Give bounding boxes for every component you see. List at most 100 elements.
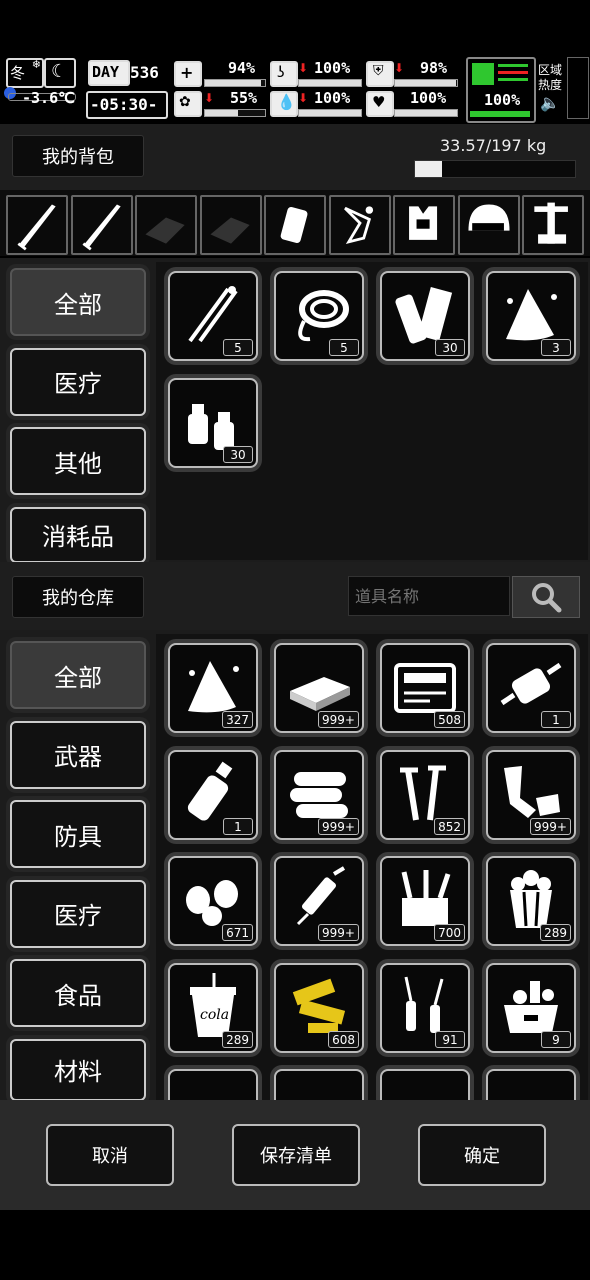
armor-bar: [394, 79, 458, 87]
inventory-item[interactable]: 671: [168, 856, 258, 946]
inventory-item[interactable]: 999+: [486, 749, 576, 840]
equipment-slot[interactable]: [522, 195, 584, 255]
backpack-title: 我的背包: [12, 135, 144, 177]
cancel-button[interactable]: 取消: [46, 1124, 174, 1186]
inventory-item-partial[interactable]: [274, 1069, 364, 1100]
snowflake-icon: ❄: [31, 58, 41, 71]
equipment-slot[interactable]: [328, 195, 391, 255]
water-drop-icon: 💧: [270, 91, 298, 117]
season-label: 冬: [10, 64, 26, 82]
item-count-badge: 5: [329, 339, 359, 356]
item-count-badge: 3: [541, 339, 571, 356]
item-count-badge: 289: [222, 1030, 253, 1048]
moon-icon: ☾: [51, 61, 68, 82]
boot-icon: [472, 63, 494, 85]
warehouse-category-tab[interactable]: 防具: [10, 800, 146, 868]
stamina-box: 100%: [466, 57, 536, 123]
moon-box: ☾: [44, 58, 76, 88]
empty-slot-icon: [145, 217, 185, 244]
inventory-item[interactable]: 289: [486, 856, 576, 946]
equipment-slot[interactable]: [199, 195, 262, 255]
warehouse-category-tab[interactable]: 医疗: [10, 879, 146, 948]
inventory-item[interactable]: 999+: [274, 856, 364, 946]
inventory-item[interactable]: 5: [168, 271, 258, 361]
mood-value: 55%: [230, 89, 258, 107]
item-count-badge: 30: [435, 339, 465, 356]
tool-rack-icon: [534, 202, 568, 244]
flask-icon: [280, 206, 308, 244]
equipment-slot[interactable]: [264, 195, 326, 255]
status-bar: 冬 ❄ ☾ -3.6℃ DAY 536 -05:30- + 94% ✿ ⬇ 55…: [0, 55, 590, 123]
item-count-badge: 999+: [318, 817, 359, 835]
mood-down-arrow-icon: ⬇: [204, 91, 215, 105]
warehouse-category-tab[interactable]: 食品: [10, 959, 146, 1027]
item-count-badge: 852: [434, 817, 465, 835]
inventory-item[interactable]: 91: [380, 962, 470, 1053]
confirm-button[interactable]: 确定: [418, 1124, 546, 1186]
inventory-item[interactable]: 999+: [274, 749, 364, 840]
equipment-slot[interactable]: [70, 195, 133, 255]
side-panel-handle[interactable]: [567, 57, 589, 119]
season-box: 冬 ❄: [6, 58, 44, 88]
item-count-badge: 671: [222, 924, 253, 941]
inventory-item-partial[interactable]: [168, 1069, 258, 1100]
warehouse-category-tab[interactable]: 全部: [10, 641, 146, 709]
water-down-arrow-icon: ⬇: [298, 91, 309, 105]
inventory-item[interactable]: 3: [486, 271, 576, 361]
inventory-item-partial[interactable]: [486, 1069, 576, 1100]
inventory-item[interactable]: 9: [486, 962, 576, 1053]
warehouse-grid-clip: 327 999+ 508 1 1 999+ 852 999+ 671 999+ 700 289 cola…: [156, 634, 588, 1100]
inventory-item[interactable]: 852: [380, 749, 470, 840]
search-button[interactable]: [512, 576, 580, 618]
item-count-badge: 91: [435, 1030, 465, 1048]
item-search-input[interactable]: [348, 576, 510, 616]
brain-icon: ✿: [174, 91, 202, 117]
warehouse-category-tab[interactable]: 材料: [10, 1038, 146, 1101]
inventory-item[interactable]: 30: [168, 377, 258, 468]
inventory-item[interactable]: 1: [168, 749, 258, 840]
item-count-badge: 5: [223, 339, 253, 356]
speaker-icon[interactable]: 🔈: [540, 93, 560, 112]
inventory-item[interactable]: 508: [380, 643, 470, 733]
warehouse-title: 我的仓库: [12, 576, 144, 618]
item-count-badge: 700: [434, 924, 465, 941]
item-count-badge: 289: [540, 924, 571, 941]
backpack-category-tab[interactable]: 全部: [10, 268, 146, 336]
inventory-item[interactable]: 327: [168, 643, 258, 733]
inventory-item[interactable]: 999+: [274, 643, 364, 733]
item-count-badge: 1: [541, 711, 571, 728]
item-count-badge: 30: [223, 445, 253, 463]
stamina-line-1: [498, 64, 528, 67]
heart-value: 100%: [410, 89, 447, 107]
warehouse-category-tab[interactable]: 武器: [10, 720, 146, 789]
backpack-category-tab[interactable]: 消耗品: [10, 506, 146, 563]
weight-bar: [414, 160, 576, 178]
item-count-badge: 608: [328, 1030, 359, 1048]
inventory-item[interactable]: 608: [274, 962, 364, 1053]
medkit-icon: +: [174, 61, 202, 87]
inventory-item[interactable]: 1: [486, 643, 576, 733]
equipment-slot[interactable]: [6, 195, 68, 255]
inventory-item[interactable]: cola 289: [168, 962, 258, 1053]
inventory-item[interactable]: 5: [274, 271, 364, 361]
vest-icon: [409, 206, 438, 240]
day-label-box: DAY: [88, 60, 130, 86]
backpack-weight: 33.57/197 kg: [440, 136, 547, 155]
save-list-button[interactable]: 保存清单: [232, 1124, 360, 1186]
zone-heat-label: 区域热度: [538, 63, 563, 92]
equipment-slot[interactable]: [135, 195, 197, 255]
search-icon: [532, 583, 562, 613]
temperature-value: -3.6℃: [22, 89, 75, 107]
inventory-item-partial[interactable]: [380, 1069, 470, 1100]
stomach-down-arrow-icon: ⬇: [298, 61, 309, 75]
inventory-item[interactable]: 700: [380, 856, 470, 946]
backpack-category-tab[interactable]: 其他: [10, 427, 146, 495]
inventory-item[interactable]: 30: [380, 271, 470, 361]
stamina-line-3: [498, 78, 528, 81]
item-count-badge: 508: [434, 711, 465, 728]
equipment-slot[interactable]: [457, 195, 520, 255]
backpack-category-tab[interactable]: 医疗: [10, 347, 146, 416]
item-count-badge: 327: [222, 711, 253, 728]
equipment-slot[interactable]: [393, 195, 455, 255]
stamina-value: 100%: [484, 91, 521, 109]
